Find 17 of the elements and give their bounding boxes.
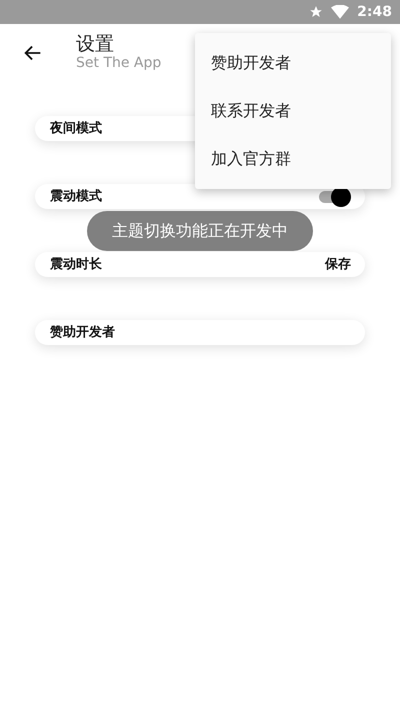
menu-item[interactable]: 赞助开发者 (195, 39, 391, 87)
settings-row[interactable]: 震动模式 (35, 184, 365, 209)
setting-label: 赞助开发者 (50, 324, 115, 342)
page-title: 设置 (76, 34, 115, 56)
wifi-icon (331, 5, 350, 19)
message-toast: 主题切换功能正在开发中 (87, 211, 313, 251)
setting-label: 震动模式 (50, 188, 102, 206)
menu-item[interactable]: 加入官方群 (195, 135, 391, 183)
settings-row[interactable]: 赞助开发者 (35, 320, 365, 345)
save-button[interactable]: 保存 (325, 254, 351, 274)
settings-row[interactable]: 震动时长 保存 (35, 252, 365, 277)
setting-label: 震动时长 (50, 256, 102, 274)
page-subtitle: Set The App (76, 55, 162, 72)
status-time: 2:48 (357, 2, 392, 22)
setting-label: 夜间模式 (50, 120, 102, 138)
menu-item[interactable]: 联系开发者 (195, 87, 391, 135)
star-icon (309, 5, 324, 19)
